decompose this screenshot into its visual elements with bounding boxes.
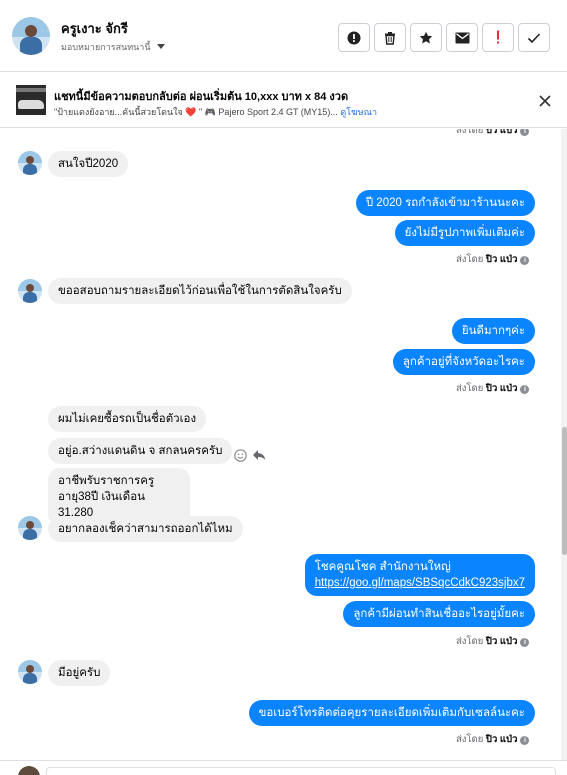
seen-status: ส่งโดย ปิว แป่ว i [456,732,530,747]
info-icon[interactable]: i [520,385,530,394]
assign-conversation-dropdown[interactable]: มอบหมายการสนทนานี้ [61,40,165,54]
outgoing-message[interactable]: ยินดีมากๆค่ะ [451,318,535,344]
outgoing-message[interactable]: ยังไม่มีรูปภาพเพิ่มเติมค่ะ [394,220,535,246]
seen-status: ส่งโดย ปิว แป่ว i [456,381,530,396]
outgoing-message[interactable]: ลูกค้าอยู่ที่จังหวัดอะไรคะ [392,349,535,375]
thread-scrollbar[interactable] [561,129,567,760]
info-icon[interactable]: i [520,638,530,647]
seen-status: ส่งโดย ปิว แป่ว i [456,129,530,138]
reply-input[interactable] [46,767,556,775]
envelope-icon [455,32,469,43]
incoming-message[interactable]: ขออสอบถามรายละเอียดไว้ก่อนเพื่อใช้ในการต… [48,278,352,304]
reply-icon[interactable] [252,449,266,461]
page-avatar [18,766,40,775]
scrollbar-thumb[interactable] [562,427,567,555]
info-icon[interactable]: i [520,129,530,136]
ad-reference-banner: แชทนี้มีข้อความตอบกลับต่อ ผ่อนเริ่มต้น 1… [0,73,567,128]
outgoing-link-message[interactable]: โชคคูณโชค สำนักงานใหญ่ https://goo.gl/ma… [304,554,535,596]
mark-done-button[interactable] [518,23,550,52]
ad-thumbnail[interactable] [16,85,46,115]
view-ad-link[interactable]: ดูโฆษณา [340,107,377,117]
outgoing-message[interactable]: ขอเบอร์โทรติดต่อคุยรายละเอียดเพิ่มเติมกั… [248,700,535,726]
conversation-header: ครูเงาะ จักรี มอบหมายการสนทนานี้ [0,0,567,72]
info-icon[interactable]: i [520,256,530,265]
contact-avatar-small [18,660,42,684]
chevron-down-icon [156,44,165,49]
delete-button[interactable] [374,23,406,52]
contact-avatar-small [18,516,42,540]
reply-composer [0,760,567,775]
mark-unread-button[interactable] [446,23,478,52]
contact-avatar-small [18,279,42,303]
incoming-message[interactable]: มีอยู่ครับ [48,660,111,686]
close-icon[interactable] [539,95,551,107]
contact-name[interactable]: ครูเงาะ จักรี [61,18,128,39]
incoming-message[interactable]: อยู่อ.สว่างแดนดิน จ สกลนครครับ [48,438,233,464]
exclamation-icon [497,30,499,44]
seen-status: ส่งโดย ปิว แป่ว i [456,252,530,267]
alert-circle-icon [347,31,361,44]
info-icon[interactable]: i [520,736,530,745]
check-icon [527,32,541,43]
ad-title: แชทนี้มีข้อความตอบกลับต่อ ผ่อนเริ่มต้น 1… [54,91,349,103]
incoming-message[interactable]: สนใจปี2020 [48,151,129,177]
contact-avatar-small [18,151,42,175]
message-thread[interactable]: ส่งโดย ปิว แป่ว i สนใจปี2020 ปี 2020 รถกำ… [0,129,561,760]
trash-icon [385,31,395,45]
ad-description: "ป้ายแดงยังอาย...คันนี้สวยโดนใจ ❤️ " 🎮 P… [54,105,377,119]
seen-status: ส่งโดย ปิว แป่ว i [456,634,530,649]
star-button[interactable] [410,23,442,52]
outgoing-message[interactable]: ลูกค้ามีผ่อนทำสินเชื่ออะไรอยู่มั้ยคะ [343,601,535,627]
emoji-react-icon[interactable] [234,449,247,462]
outgoing-message[interactable]: ปี 2020 รถกำลังเข้ามาร้านนะคะ [355,190,535,216]
assign-label: มอบหมายการสนทนานี้ [61,42,151,52]
incoming-message[interactable]: อยากลองเช็คว่าสามารถออกได้ไหม [48,516,243,542]
mark-follow-up-button[interactable] [482,23,514,52]
mark-spam-button[interactable] [338,23,370,52]
incoming-message[interactable]: ผมไม่เคยซื้อรถเป็นชื่อตัวเอง [48,406,207,432]
maps-link[interactable]: https://goo.gl/maps/SBSqcCdkC923sjbx7 [315,577,525,589]
ad-desc-text: "ป้ายแดงยังอาย...คันนี้สวยโดนใจ ❤️ " 🎮 P… [54,107,338,117]
star-icon [419,31,433,43]
contact-avatar[interactable] [12,17,50,55]
